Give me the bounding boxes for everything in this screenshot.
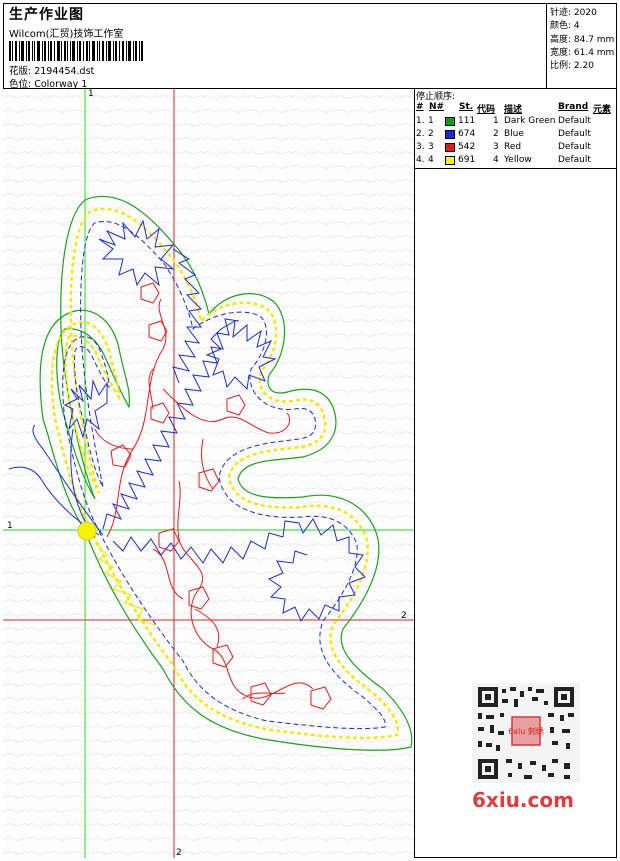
stop-brand: Default bbox=[558, 129, 591, 139]
stop-number: 1 bbox=[428, 116, 434, 126]
stop-row: 4. 4 691 4 Yellow Default bbox=[415, 155, 617, 168]
stop-sequence-title: 停止顺序: bbox=[416, 92, 456, 102]
guide-label-v1: 1 bbox=[88, 89, 94, 99]
col-element: 元素 bbox=[593, 105, 612, 115]
col-description: 描述 bbox=[504, 105, 523, 115]
col-brand: Brand bbox=[558, 102, 589, 112]
spec-stitches: 针迹: 2020 bbox=[550, 8, 597, 18]
stop-stitches: 691 bbox=[458, 155, 476, 165]
stop-number: 4 bbox=[428, 155, 434, 165]
stop-index: 4. bbox=[416, 155, 425, 165]
stop-brand: Default bbox=[558, 142, 591, 152]
qr-center-label: 6xiu 刺绣 bbox=[508, 726, 544, 736]
guide-label-v2: 2 bbox=[176, 848, 182, 858]
stop-brand: Default bbox=[558, 116, 591, 126]
colorway-line: 色位: Colorway 1 bbox=[9, 79, 88, 90]
company-name: Wilcom(汇贸)技饰工作室 bbox=[9, 29, 124, 40]
guide-label-h1: 1 bbox=[7, 521, 13, 531]
stop-sequence-panel: 停止顺序: # N# St. 代码 描述 Brand 元素 1. 1 111 1… bbox=[415, 89, 617, 169]
design-canvas: 1 1 2 2 bbox=[3, 89, 415, 858]
color-swatch bbox=[445, 156, 455, 165]
stop-code: 4 bbox=[493, 155, 499, 165]
stop-row: 1. 1 111 1 Dark Green Default bbox=[415, 116, 617, 129]
color-swatch bbox=[445, 130, 455, 139]
color-swatch bbox=[445, 117, 455, 126]
stop-stitches: 542 bbox=[458, 142, 476, 152]
watermark-text: 6xiu.com bbox=[472, 788, 574, 812]
stop-number: 3 bbox=[428, 142, 434, 152]
spec-colors: 颜色: 4 bbox=[550, 21, 580, 31]
spec-box: 针迹: 2020 颜色: 4 高度: 84.7 mm 宽度: 61.4 mm 比… bbox=[546, 3, 617, 89]
spec-height: 高度: 84.7 mm bbox=[550, 35, 615, 45]
yellow-knot bbox=[77, 521, 97, 541]
stop-row: 3. 3 542 3 Red Default bbox=[415, 142, 617, 155]
stop-brand: Default bbox=[558, 155, 591, 165]
stop-description: Yellow bbox=[504, 155, 532, 165]
qr-code: 6xiu 刺绣 bbox=[472, 683, 580, 783]
color-swatch bbox=[445, 143, 455, 152]
stop-description: Red bbox=[504, 142, 522, 152]
stop-description: Blue bbox=[504, 129, 524, 139]
design-file-line: 花版: 2194454.dst bbox=[9, 66, 95, 77]
embroidery-design: 1 1 2 2 bbox=[3, 89, 414, 858]
col-index: # bbox=[416, 102, 424, 112]
spec-width: 宽度: 61.4 mm bbox=[550, 48, 615, 58]
sheet-title: 生产作业图 bbox=[9, 7, 84, 23]
col-code: 代码 bbox=[477, 105, 496, 115]
col-stitches: St. bbox=[459, 102, 474, 112]
guide-label-h2: 2 bbox=[401, 611, 407, 621]
spec-scale: 比例: 2.20 bbox=[550, 61, 594, 71]
stop-index: 3. bbox=[416, 142, 425, 152]
stop-row: 2. 2 674 2 Blue Default bbox=[415, 129, 617, 142]
barcode bbox=[9, 41, 143, 61]
sheet-header: 生产作业图 Wilcom(汇贸)技饰工作室 花版: 2194454.dst 色位… bbox=[3, 3, 617, 90]
stop-number: 2 bbox=[428, 129, 434, 139]
stop-code: 1 bbox=[493, 116, 499, 126]
stop-description: Dark Green bbox=[504, 116, 556, 126]
stop-code: 3 bbox=[493, 142, 499, 152]
col-n: N# bbox=[429, 102, 445, 112]
stop-stitches: 674 bbox=[458, 129, 476, 139]
stop-stitches: 111 bbox=[458, 116, 476, 126]
stop-index: 2. bbox=[416, 129, 425, 139]
stop-index: 1. bbox=[416, 116, 425, 126]
stop-code: 2 bbox=[493, 129, 499, 139]
